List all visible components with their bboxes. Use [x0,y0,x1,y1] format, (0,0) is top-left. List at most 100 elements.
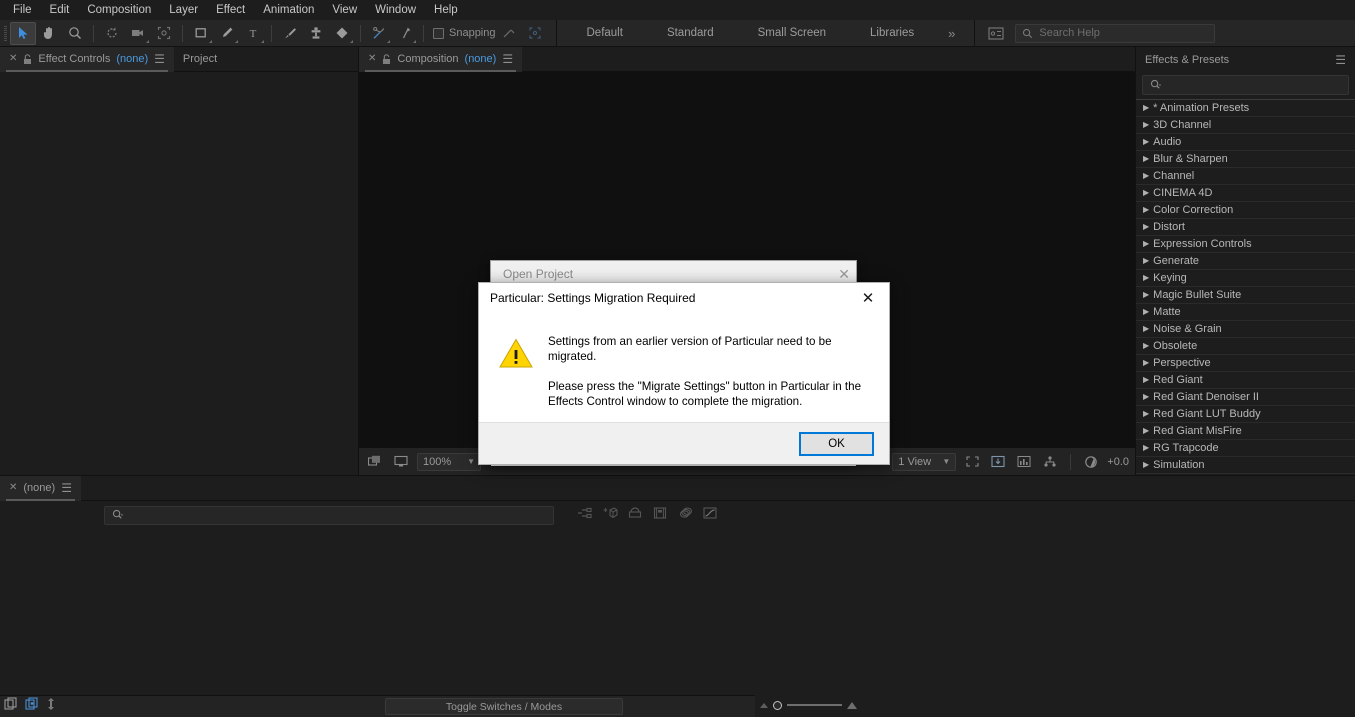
expand-triangle-icon[interactable]: ▶ [1143,155,1149,163]
effects-category-row[interactable]: ▶ 3D Channel [1136,117,1355,134]
menu-item-file[interactable]: File [4,0,41,20]
workspace-settings-icon[interactable] [983,22,1009,45]
zoom-tool[interactable] [62,22,88,45]
panel-menu-icon[interactable]: ☰ [1335,54,1346,66]
tab-composition[interactable]: ✕ Composition (none) ☰ [359,46,523,72]
effects-category-row[interactable]: ▶ Channel [1136,168,1355,185]
effects-category-row[interactable]: ▶ * Animation Presets [1136,100,1355,117]
close-icon[interactable]: ✕ [857,287,879,309]
snap-vertex-icon[interactable] [496,22,522,45]
toggle-switches-modes-button[interactable]: Toggle Switches / Modes [385,698,623,715]
zoom-level-select[interactable]: 100% ▼ [417,452,481,471]
effects-category-row[interactable]: ▶ RG Trapcode [1136,440,1355,457]
clone-stamp-tool[interactable] [303,22,329,45]
panel-menu-icon[interactable]: ☰ [502,53,513,65]
pen-tool[interactable] [214,22,240,45]
selection-tool[interactable] [10,21,36,45]
expand-triangle-icon[interactable]: ▶ [1143,257,1149,265]
expand-triangle-icon[interactable]: ▶ [1143,172,1149,180]
puppet-pin-tool[interactable] [392,22,418,45]
effects-category-row[interactable]: ▶ Generate [1136,253,1355,270]
brush-tool[interactable] [277,22,303,45]
expand-triangle-icon[interactable]: ▶ [1143,104,1149,112]
expand-triangle-icon[interactable]: ▶ [1143,410,1149,418]
expand-triangle-icon[interactable]: ▶ [1143,393,1149,401]
zoom-out-triangle-icon[interactable] [760,702,768,708]
effects-category-row[interactable]: ▶ Red Giant LUT Buddy [1136,406,1355,423]
expand-triangle-icon[interactable]: ▶ [1143,223,1149,231]
composition-flowchart-icon[interactable] [4,697,18,716]
zoom-slider-knob[interactable] [773,700,782,710]
search-help-field[interactable]: Search Help [1015,23,1216,43]
effects-category-row[interactable]: ▶ Color Correction [1136,202,1355,219]
expand-triangle-icon[interactable]: ▶ [1143,291,1149,299]
expand-triangle-icon[interactable]: ▶ [1143,189,1149,197]
close-icon[interactable]: ✕ [9,54,17,64]
hand-tool[interactable] [36,22,62,45]
menu-item-animation[interactable]: Animation [254,0,323,20]
workspace-tab-default[interactable]: Default [565,20,645,47]
enable-motion-blur-icon[interactable] [677,506,693,525]
effects-category-row[interactable]: ▶ Perspective [1136,355,1355,372]
close-icon[interactable]: ✕ [838,267,850,281]
effects-category-row[interactable]: ▶ Expression Controls [1136,236,1355,253]
drag-handle-icon[interactable] [46,697,56,716]
exposure-value[interactable]: +0.0 [1107,456,1129,468]
menu-item-composition[interactable]: Composition [78,0,160,20]
histogram-icon[interactable] [1014,452,1034,472]
snapping-toggle[interactable]: Snapping [433,27,496,39]
effects-category-row[interactable]: ▶ Red Giant Denoiser II [1136,389,1355,406]
close-icon[interactable]: ✕ [9,483,17,493]
transparency-grid-icon[interactable] [988,452,1008,472]
expand-triangle-icon[interactable]: ▶ [1143,325,1149,333]
ok-button[interactable]: OK [799,431,874,456]
expand-triangle-icon[interactable]: ▶ [1143,342,1149,350]
menu-item-layer[interactable]: Layer [160,0,207,20]
rotation-tool[interactable] [99,22,125,45]
close-icon[interactable]: ✕ [368,54,376,64]
enable-frame-blending-icon[interactable] [652,506,668,525]
expand-triangle-icon[interactable]: ▶ [1143,444,1149,452]
effects-category-row[interactable]: ▶ Audio [1136,134,1355,151]
effects-category-row[interactable]: ▶ Blur & Sharpen [1136,151,1355,168]
timeline-search-field[interactable] [104,505,554,525]
expand-triangle-icon[interactable]: ▶ [1143,461,1149,469]
effects-category-row[interactable]: ▶ CINEMA 4D [1136,185,1355,202]
expand-triangle-icon[interactable]: ▶ [1143,121,1149,129]
exposure-icon[interactable] [1081,452,1101,472]
effects-category-row[interactable]: ▶ Magic Bullet Suite [1136,287,1355,304]
workspace-tab-small-screen[interactable]: Small Screen [736,20,848,47]
effects-category-row[interactable]: ▶ Matte [1136,304,1355,321]
snap-bounds-icon[interactable] [522,22,548,45]
expand-triangle-icon[interactable]: ▶ [1143,427,1149,435]
menu-item-effect[interactable]: Effect [207,0,254,20]
effects-search-field[interactable] [1142,75,1349,95]
effects-category-row[interactable]: ▶ Red Giant MisFire [1136,423,1355,440]
draft-3d-icon[interactable] [602,506,618,525]
text-tool[interactable]: T [240,22,266,45]
effects-category-row[interactable]: ▶ Distort [1136,219,1355,236]
timeline-zoom-slider[interactable] [760,697,880,713]
zoom-in-triangle-icon[interactable] [847,701,857,709]
tab-project[interactable]: Project [174,47,226,72]
menu-item-view[interactable]: View [323,0,366,20]
zoom-slider-track[interactable] [787,704,842,706]
always-preview-icon[interactable] [365,452,385,472]
workspace-tab-libraries[interactable]: Libraries [848,20,936,47]
panel-menu-icon[interactable]: ☰ [61,482,72,494]
toggle-switches-icon[interactable] [25,697,39,716]
snapping-checkbox[interactable] [433,27,444,39]
main-viewer-icon[interactable] [391,452,411,472]
workspace-tab-standard[interactable]: Standard [645,20,736,47]
eraser-tool[interactable] [329,22,355,45]
view-count-select[interactable]: 1 View ▼ [892,452,957,471]
workspace-more-button[interactable]: » [936,26,966,41]
menu-item-edit[interactable]: Edit [41,0,79,20]
effects-category-row[interactable]: ▶ Red Giant [1136,372,1355,389]
menu-item-window[interactable]: Window [366,0,425,20]
expand-triangle-icon[interactable]: ▶ [1143,308,1149,316]
camera-tool[interactable] [125,22,151,45]
tab-timeline[interactable]: ✕ (none) ☰ [0,475,81,501]
composition-mini-flowchart-icon[interactable] [577,506,593,525]
effects-category-row[interactable]: ▶ Keying [1136,270,1355,287]
